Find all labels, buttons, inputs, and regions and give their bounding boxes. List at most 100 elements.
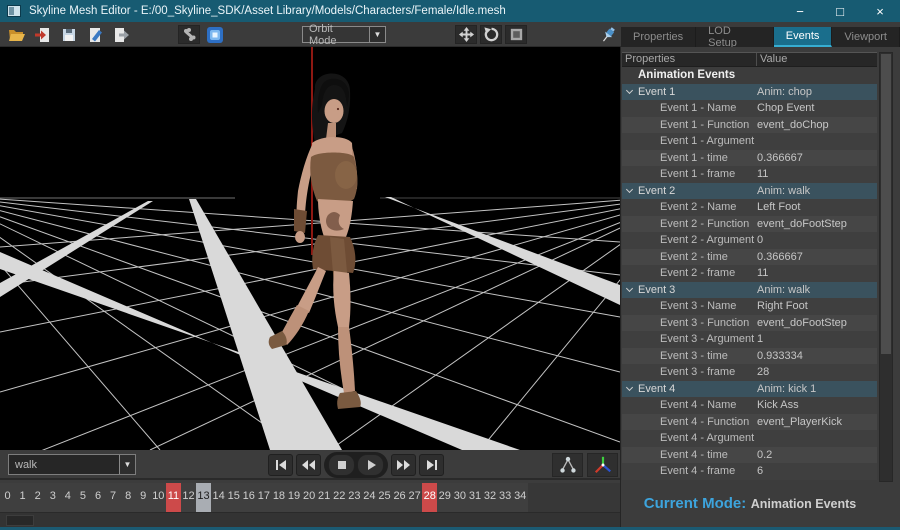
rotate-tool-icon[interactable] [480,25,502,44]
timeline-frame-20[interactable]: 20 [302,483,317,512]
timeline-frame-6[interactable]: 6 [90,483,105,512]
timeline-frame-15[interactable]: 15 [226,483,241,512]
axis-gizmo-icon[interactable] [587,453,618,477]
table-row[interactable]: Event 1 - Functionevent_doChop [622,117,877,134]
table-row[interactable]: Animation Events [622,67,877,84]
timeline-frame-1[interactable]: 1 [15,483,30,512]
timeline-frame-23[interactable]: 23 [347,483,362,512]
timeline-frame-18[interactable]: 18 [271,483,286,512]
timeline-frame-0[interactable]: 0 [0,483,15,512]
timeline-frame-33[interactable]: 33 [498,483,513,512]
pin-icon[interactable] [598,25,620,44]
table-row[interactable]: Event 2 - time0.366667 [622,249,877,266]
table-row[interactable]: Event 4 - Argument [622,430,877,447]
timeline-frame-34[interactable]: 34 [513,483,528,512]
save-file-icon[interactable] [58,25,80,44]
scrollbar-thumb[interactable] [6,515,34,526]
stop-button[interactable] [328,454,355,476]
table-row[interactable]: Event 2 - Argument0 [622,232,877,249]
move-tool-icon[interactable] [455,25,477,44]
play-button[interactable] [357,454,384,476]
animation-select[interactable]: walk ▼ [8,454,136,475]
chevron-down-icon[interactable]: ▼ [119,455,135,474]
timeline-frame-24[interactable]: 24 [362,483,377,512]
skip-start-button[interactable] [268,454,293,476]
edit-file-icon[interactable] [84,25,106,44]
column-header-value[interactable]: Value [757,53,877,66]
frame-timeline[interactable]: 0123456789101112131415161718192021222324… [0,483,528,512]
timeline-frame-7[interactable]: 7 [106,483,121,512]
timeline-frame-21[interactable]: 21 [317,483,332,512]
timeline-frame-9[interactable]: 9 [136,483,151,512]
close-button[interactable]: × [860,0,900,22]
timeline-frame-22[interactable]: 22 [332,483,347,512]
timeline-frame-32[interactable]: 32 [483,483,498,512]
maximize-button[interactable]: □ [820,0,860,22]
table-row[interactable]: Event 4Anim: kick 1 [622,381,877,398]
skip-end-button[interactable] [419,454,444,476]
scrollbar-thumb[interactable] [881,54,891,354]
table-row[interactable]: Event 2 - Functionevent_doFootStep [622,216,877,233]
timeline-frame-27[interactable]: 27 [407,483,422,512]
table-row[interactable]: Event 1 - NameChop Event [622,100,877,117]
table-row[interactable]: Event 4 - time0.2 [622,447,877,464]
table-row[interactable]: Event 3 - NameRight Foot [622,298,877,315]
timeline-frame-8[interactable]: 8 [121,483,136,512]
tab-lod-setup[interactable]: LOD Setup [696,27,774,47]
chevron-expanded-icon[interactable] [626,383,633,390]
timeline-frame-10[interactable]: 10 [151,483,166,512]
timeline-frame-12[interactable]: 12 [181,483,196,512]
timeline-frame-5[interactable]: 5 [75,483,90,512]
table-row[interactable]: Event 3 - time0.933334 [622,348,877,365]
table-row[interactable]: Event 4 - NameKick Ass [622,397,877,414]
rewind-button[interactable] [296,454,321,476]
fast-forward-button[interactable] [391,454,416,476]
table-row[interactable]: Event 1 - frame11 [622,166,877,183]
timeline-frame-28[interactable]: 28 [422,483,437,512]
import-file-icon[interactable] [32,25,54,44]
timeline-frame-13[interactable]: 13 [196,483,211,512]
timeline-frame-26[interactable]: 26 [392,483,407,512]
minimize-button[interactable]: − [780,0,820,22]
material-mode-icon[interactable] [204,25,226,44]
timeline-frame-17[interactable]: 17 [256,483,271,512]
chevron-down-icon[interactable]: ▼ [369,27,385,42]
table-header[interactable]: Properties Value [622,52,877,67]
timeline-frame-4[interactable]: 4 [60,483,75,512]
chevron-expanded-icon[interactable] [626,86,633,93]
table-row[interactable]: Event 1 - Argument [622,133,877,150]
table-row[interactable]: Event 2 - frame11 [622,265,877,282]
table-row[interactable]: Event 4 - Functionevent_PlayerKick [622,414,877,431]
table-row[interactable]: Event 3Anim: walk [622,282,877,299]
horizontal-scrollbar[interactable] [0,512,620,527]
table-row[interactable]: Event 1Anim: chop [622,84,877,101]
timeline-frame-3[interactable]: 3 [45,483,60,512]
table-row[interactable]: Event 3 - Functionevent_doFootStep [622,315,877,332]
table-row[interactable]: Event 2Anim: walk [622,183,877,200]
chevron-expanded-icon[interactable] [626,284,633,291]
chevron-expanded-icon[interactable] [626,185,633,192]
tab-properties[interactable]: Properties [621,27,696,47]
timeline-frame-30[interactable]: 30 [452,483,467,512]
table-row[interactable]: Event 3 - Argument1 [622,331,877,348]
timeline-frame-25[interactable]: 25 [377,483,392,512]
viewport-3d[interactable] [0,47,620,450]
table-row[interactable]: Event 4 - frame6 [622,463,877,480]
skeleton-mode-icon[interactable] [178,25,200,44]
skeleton-view-icon[interactable] [552,453,583,477]
tab-events[interactable]: Events [774,27,833,47]
table-row[interactable]: Event 3 - frame28 [622,364,877,381]
timeline-frame-11[interactable]: 11 [166,483,181,512]
open-file-icon[interactable] [6,25,28,44]
column-header-properties[interactable]: Properties [622,53,757,66]
timeline-frame-16[interactable]: 16 [241,483,256,512]
orbit-mode-select[interactable]: Orbit Mode ▼ [302,26,386,43]
table-row[interactable]: Event 1 - time0.366667 [622,150,877,167]
timeline-frame-31[interactable]: 31 [467,483,482,512]
table-row[interactable]: Event 2 - NameLeft Foot [622,199,877,216]
timeline-frame-2[interactable]: 2 [30,483,45,512]
vertical-scrollbar[interactable] [879,52,893,482]
export-file-icon[interactable] [110,25,132,44]
timeline-frame-14[interactable]: 14 [211,483,226,512]
timeline-frame-19[interactable]: 19 [286,483,301,512]
